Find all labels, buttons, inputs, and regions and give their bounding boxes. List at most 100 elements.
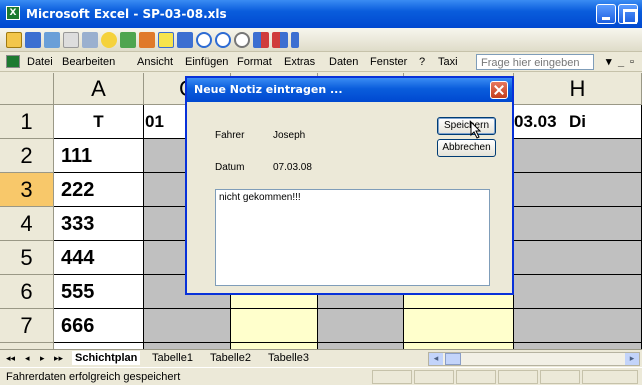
highlight-icon[interactable] [158, 32, 174, 48]
dialog-title: Neue Notiz eintragen ... [194, 83, 343, 96]
cell-a4[interactable]: 333 [54, 207, 144, 241]
row-header-6[interactable]: 6 [0, 275, 54, 309]
tab-schichtplan[interactable]: Schichtplan [72, 351, 141, 365]
window-title: Microsoft Excel - SP-03-08.xls [26, 7, 227, 21]
forward-icon[interactable] [177, 32, 193, 48]
sort-descending-icon[interactable] [272, 32, 288, 48]
excel-window: X Microsoft Excel - SP-03-08.xls Datei B… [0, 0, 642, 385]
arrow-icon[interactable] [139, 32, 155, 48]
save-button[interactable]: Speichern [437, 117, 496, 135]
help-search-placeholder: Frage hier eingeben [481, 57, 580, 69]
macro-icon[interactable] [120, 32, 136, 48]
status-message: Fahrerdaten erfolgreich gespeichert [6, 371, 181, 383]
status-pane [540, 370, 580, 384]
status-pane [582, 370, 638, 384]
menu-help[interactable]: ? [419, 55, 425, 69]
tab-tabelle3[interactable]: Tabelle3 [268, 351, 309, 365]
menu-bearbeiten[interactable]: Bearbeiten [62, 55, 115, 69]
doc-minimize-icon[interactable]: _ [618, 55, 624, 69]
date-value: 07.03.08 [273, 162, 312, 173]
cell-a5[interactable]: 444 [54, 241, 144, 275]
tab-tabelle1[interactable]: Tabelle1 [152, 351, 193, 365]
grid-cell[interactable] [514, 207, 642, 241]
cell-a6[interactable]: 555 [54, 275, 144, 309]
toolbar-options-icon[interactable] [291, 32, 299, 48]
minimize-button[interactable] [596, 4, 616, 24]
menu-extras[interactable]: Extras [284, 55, 315, 69]
dialog-title-bar[interactable]: Neue Notiz eintragen ... [187, 78, 512, 102]
cell-a7[interactable]: 666 [54, 309, 144, 343]
next-sheet-icon[interactable]: ▸ [40, 353, 45, 365]
note-textarea[interactable]: nicht gekommen!!! [215, 189, 490, 286]
copy-icon[interactable] [82, 32, 98, 48]
workbook-icon[interactable] [6, 55, 20, 68]
zoom-out-icon[interactable] [196, 32, 212, 48]
menu-fenster[interactable]: Fenster [370, 55, 407, 69]
cell-a3[interactable]: 222 [54, 173, 144, 207]
new-note-dialog: Neue Notiz eintragen ... Fahrer Joseph D… [185, 76, 514, 295]
row-header-3[interactable]: 3 [0, 173, 54, 207]
first-sheet-icon[interactable]: ◂◂ [6, 353, 15, 365]
cell-a2[interactable]: 111 [54, 139, 144, 173]
menu-datei[interactable]: Datei [27, 55, 53, 69]
excel-app-icon[interactable]: X [6, 6, 20, 20]
row-header-5[interactable]: 5 [0, 241, 54, 275]
scroll-right-icon[interactable]: ▸ [625, 353, 639, 365]
row-header-1[interactable]: 1 [0, 105, 54, 139]
grid-cell[interactable] [144, 309, 231, 343]
close-icon[interactable] [490, 81, 508, 99]
column-header-h[interactable]: H [514, 73, 642, 105]
grid-cell[interactable] [514, 173, 642, 207]
sort-ascending-icon[interactable] [253, 32, 269, 48]
print-preview-icon[interactable] [63, 32, 79, 48]
note-text: nicht gekommen!!! [219, 192, 301, 203]
cancel-button[interactable]: Abbrechen [437, 139, 496, 157]
menu-ansicht[interactable]: Ansicht [137, 55, 173, 69]
grid-cell[interactable] [404, 309, 514, 343]
last-sheet-icon[interactable]: ▸▸ [54, 353, 63, 365]
cell-g1-text: 03.03 [514, 112, 557, 131]
grid-cell[interactable] [514, 241, 642, 275]
row-header-2[interactable]: 2 [0, 139, 54, 173]
cell-a1[interactable]: T [54, 105, 144, 139]
tab-tabelle2[interactable]: Tabelle2 [210, 351, 251, 365]
menu-taxi[interactable]: Taxi [438, 55, 458, 69]
select-all-corner[interactable] [0, 73, 54, 105]
status-bar: Fahrerdaten erfolgreich gespeichert [0, 367, 642, 385]
cell-g1-text-wrap: 03.03 [514, 106, 562, 138]
permission-icon[interactable] [44, 32, 60, 48]
target-icon[interactable] [234, 32, 250, 48]
maximize-button[interactable] [618, 4, 638, 24]
grid-cell[interactable] [231, 309, 318, 343]
title-bar[interactable]: X Microsoft Excel - SP-03-08.xls [0, 0, 642, 28]
status-pane [498, 370, 538, 384]
chevron-down-icon[interactable]: ▾ [606, 55, 612, 69]
horizontal-scrollbar[interactable]: ◂ ▸ [428, 352, 640, 366]
grid-cell[interactable] [514, 139, 642, 173]
menu-format[interactable]: Format [237, 55, 272, 69]
grid-cell[interactable] [514, 309, 642, 343]
scroll-thumb[interactable] [445, 353, 461, 365]
status-pane [414, 370, 454, 384]
doc-restore-icon[interactable]: ▫ [630, 55, 634, 69]
save-icon[interactable] [25, 32, 41, 48]
status-pane [456, 370, 496, 384]
column-header-a[interactable]: A [54, 73, 144, 105]
smiley-icon[interactable] [101, 32, 117, 48]
date-label: Datum [215, 162, 245, 173]
standard-toolbar [0, 28, 642, 52]
open-icon[interactable] [6, 32, 22, 48]
zoom-in-icon[interactable] [215, 32, 231, 48]
menu-einfuegen[interactable]: Einfügen [185, 55, 228, 69]
help-search-input[interactable]: Frage hier eingeben [476, 54, 594, 70]
sheet-tab-bar: ◂◂ ◂ ▸ ▸▸ Schichtplan Tabelle1 Tabelle2 … [0, 349, 642, 367]
prev-sheet-icon[interactable]: ◂ [25, 353, 30, 365]
row-header-4[interactable]: 4 [0, 207, 54, 241]
menu-daten[interactable]: Daten [329, 55, 358, 69]
scroll-left-icon[interactable]: ◂ [429, 353, 443, 365]
row-header-7[interactable]: 7 [0, 309, 54, 343]
grid-cell[interactable] [318, 309, 404, 343]
driver-value: Joseph [273, 130, 306, 141]
menu-bar: Datei Bearbeiten Ansicht Einfügen Format… [0, 52, 642, 72]
grid-cell[interactable] [514, 275, 642, 309]
